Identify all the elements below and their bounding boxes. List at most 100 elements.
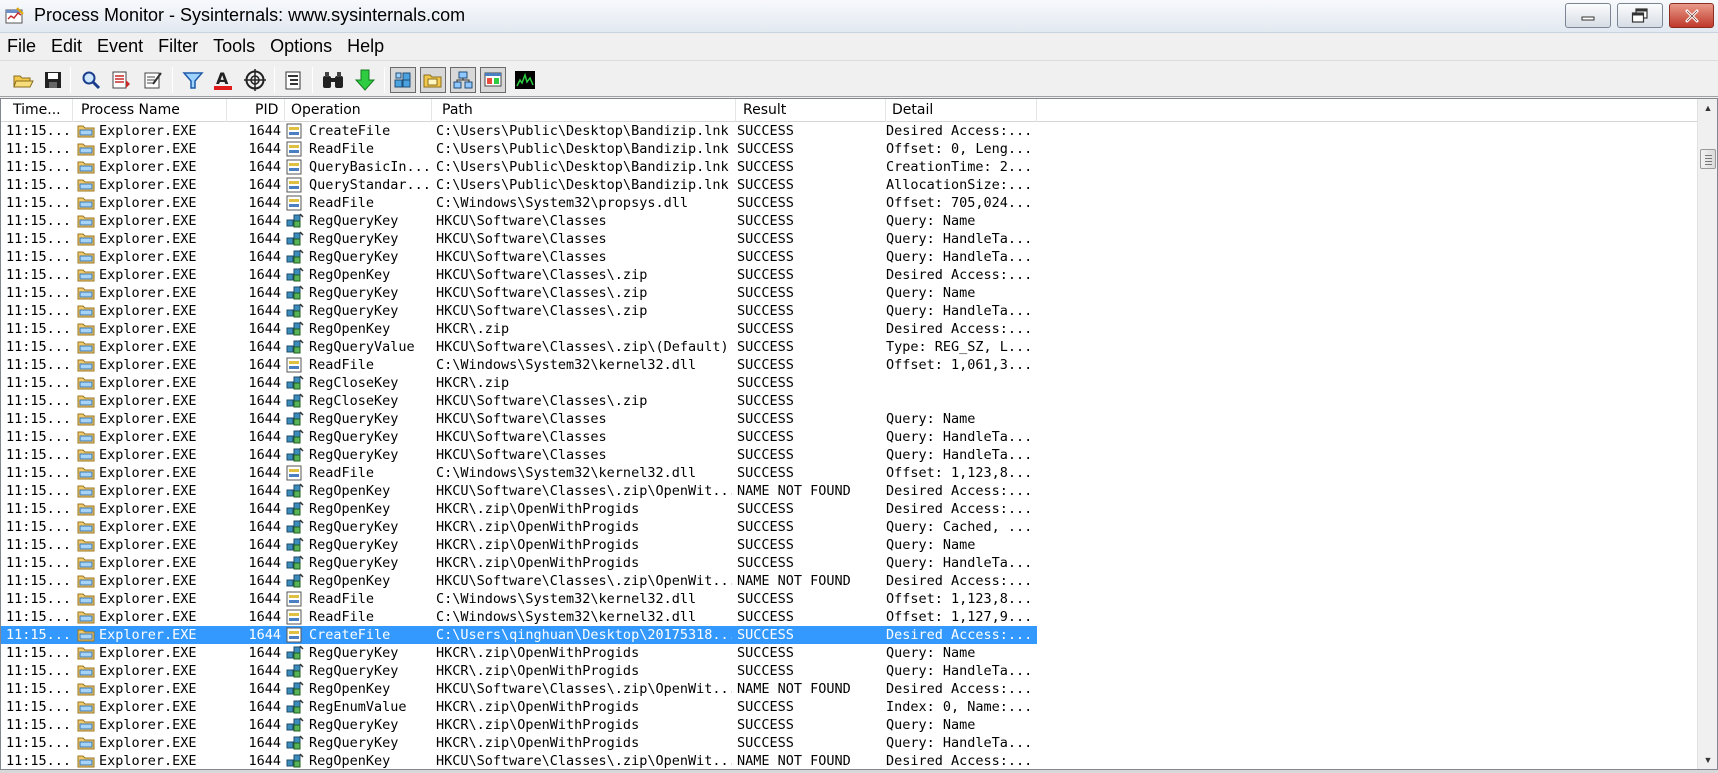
cell-time: 11:15... xyxy=(6,501,71,517)
table-row[interactable]: 11:15... Explorer.EXE 1644 RegQueryKey HKCU\… xyxy=(1,284,1697,302)
close-button[interactable] xyxy=(1669,3,1714,28)
clear-button[interactable] xyxy=(140,67,166,93)
table-row[interactable]: 11:15... Explorer.EXE 1644 CreateFile C:\Use… xyxy=(1,122,1697,140)
autoscroll-button[interactable] xyxy=(108,67,134,93)
include-process-button[interactable] xyxy=(242,67,268,93)
title-bar[interactable]: Process Monitor - Sysinternals: www.sysi… xyxy=(0,0,1718,33)
process-icon xyxy=(77,592,95,606)
column-header-process-name[interactable]: Process Name xyxy=(73,99,227,122)
menu-options[interactable]: Options xyxy=(263,33,340,60)
table-row[interactable]: 11:15... Explorer.EXE 1644 RegQueryKey HKCU\… xyxy=(1,230,1697,248)
column-header-detail[interactable]: Detail xyxy=(886,99,1037,122)
table-row[interactable]: 11:15... Explorer.EXE 1644 RegOpenKey HKCR\.… xyxy=(1,500,1697,518)
cell-result: SUCCESS xyxy=(737,555,794,571)
menu-tools[interactable]: Tools xyxy=(206,33,263,60)
cell-detail: Offset: 1,123,8... xyxy=(886,591,1033,607)
menu-filter[interactable]: Filter xyxy=(151,33,206,60)
cell-process-name: Explorer.EXE xyxy=(99,285,197,301)
cell-result: NAME NOT FOUND xyxy=(737,681,851,697)
cell-process-name: Explorer.EXE xyxy=(99,357,197,373)
save-button[interactable] xyxy=(40,67,66,93)
table-row[interactable]: 11:15... Explorer.EXE 1644 ReadFile C:\Users… xyxy=(1,140,1697,158)
cell-result: SUCCESS xyxy=(737,177,794,193)
vertical-scrollbar[interactable]: ▲ ▼ xyxy=(1697,99,1717,769)
column-header-path[interactable]: Path xyxy=(432,99,736,122)
crosshair-icon xyxy=(244,69,266,91)
process-icon xyxy=(77,358,95,372)
scroll-down-arrow-icon[interactable]: ▼ xyxy=(1698,751,1717,768)
table-row[interactable]: 11:15... Explorer.EXE 1644 RegQueryValue HKC… xyxy=(1,338,1697,356)
jump-button[interactable] xyxy=(352,67,378,93)
table-row[interactable]: 11:15... Explorer.EXE 1644 RegOpenKey HKCU\S… xyxy=(1,572,1697,590)
menu-file[interactable]: File xyxy=(0,33,44,60)
table-row[interactable]: 11:15... Explorer.EXE 1644 RegOpenKey HKCU\S… xyxy=(1,266,1697,284)
table-row[interactable]: 11:15... Explorer.EXE 1644 RegQueryKey HKCU\… xyxy=(1,248,1697,266)
show-process-activity-toggle[interactable] xyxy=(480,67,506,93)
show-registry-activity-toggle[interactable] xyxy=(390,67,416,93)
find-button[interactable] xyxy=(320,67,346,93)
table-row[interactable]: 11:15... Explorer.EXE 1644 RegOpenKey HKCU\S… xyxy=(1,680,1697,698)
table-row[interactable]: 11:15... Explorer.EXE 1644 CreateFile C:\Use… xyxy=(1,626,1697,644)
cell-process-name: Explorer.EXE xyxy=(99,501,197,517)
magnifier-icon xyxy=(82,71,101,90)
cell-time: 11:15... xyxy=(6,195,71,211)
menu-help[interactable]: Help xyxy=(340,33,392,60)
table-row[interactable]: 11:15... Explorer.EXE 1644 RegQueryKey HKCR\… xyxy=(1,644,1697,662)
cell-detail: Query: Cached, ... xyxy=(886,519,1033,535)
show-file-activity-toggle[interactable] xyxy=(420,67,446,93)
column-header-result[interactable]: Result xyxy=(736,99,886,122)
column-header-pid[interactable]: PID xyxy=(227,99,285,122)
scroll-up-arrow-icon[interactable]: ▲ xyxy=(1698,99,1717,116)
cell-pid: 1644 xyxy=(248,249,281,265)
table-row[interactable]: 11:15... Explorer.EXE 1644 RegQueryKey HKCR\… xyxy=(1,518,1697,536)
cell-pid: 1644 xyxy=(248,501,281,517)
filter-button[interactable] xyxy=(180,67,206,93)
process-tree-button[interactable] xyxy=(280,67,306,93)
highlight-icon: A xyxy=(214,69,232,90)
cell-time: 11:15... xyxy=(6,519,71,535)
table-row[interactable]: 11:15... Explorer.EXE 1644 ReadFile C:\Windo… xyxy=(1,608,1697,626)
table-row[interactable]: 11:15... Explorer.EXE 1644 RegCloseKey HKCU\… xyxy=(1,392,1697,410)
cell-result: NAME NOT FOUND xyxy=(737,573,851,589)
table-row[interactable]: 11:15... Explorer.EXE 1644 RegQueryKey HKCU\… xyxy=(1,428,1697,446)
table-row[interactable]: 11:15... Explorer.EXE 1644 RegQueryKey HKCR\… xyxy=(1,536,1697,554)
menu-event[interactable]: Event xyxy=(90,33,151,60)
cell-pid: 1644 xyxy=(248,555,281,571)
table-row[interactable]: 11:15... Explorer.EXE 1644 RegOpenKey HKCR\.… xyxy=(1,320,1697,338)
column-header-operation[interactable]: Operation xyxy=(285,99,432,122)
cell-detail: Desired Access:... xyxy=(886,267,1033,283)
restore-button[interactable] xyxy=(1617,3,1663,28)
table-row[interactable]: 11:15... Explorer.EXE 1644 RegOpenKey HKCU\S… xyxy=(1,482,1697,500)
highlight-button[interactable]: A xyxy=(210,67,236,93)
show-network-activity-toggle[interactable] xyxy=(450,67,476,93)
menu-edit[interactable]: Edit xyxy=(44,33,90,60)
process-icon xyxy=(77,250,95,264)
open-button[interactable] xyxy=(10,67,36,93)
event-list[interactable]: Time... Process Name PID Operation Path … xyxy=(0,98,1718,770)
cell-operation: CreateFile xyxy=(309,627,391,643)
table-row[interactable]: 11:15... Explorer.EXE 1644 RegQueryKey HKCU\… xyxy=(1,212,1697,230)
table-row[interactable]: 11:15... Explorer.EXE 1644 ReadFile C:\Windo… xyxy=(1,590,1697,608)
table-row[interactable]: 11:15... Explorer.EXE 1644 RegQueryKey HKCR\… xyxy=(1,662,1697,680)
table-row[interactable]: 11:15... Explorer.EXE 1644 ReadFile C:\Windo… xyxy=(1,356,1697,374)
table-row[interactable]: 11:15... Explorer.EXE 1644 RegQueryKey HKCU\… xyxy=(1,410,1697,428)
table-row[interactable]: 11:15... Explorer.EXE 1644 RegOpenKey HKCU\S… xyxy=(1,752,1697,769)
table-row[interactable]: 11:15... Explorer.EXE 1644 RegQueryKey HKCU\… xyxy=(1,302,1697,320)
scrollbar-thumb[interactable] xyxy=(1700,149,1716,169)
cell-time: 11:15... xyxy=(6,735,71,751)
table-row[interactable]: 11:15... Explorer.EXE 1644 RegEnumValue HKCR… xyxy=(1,698,1697,716)
minimize-button[interactable] xyxy=(1565,3,1611,28)
table-row[interactable]: 11:15... Explorer.EXE 1644 RegQueryKey HKCR\… xyxy=(1,554,1697,572)
table-row[interactable]: 11:15... Explorer.EXE 1644 QueryBasicIn... C… xyxy=(1,158,1697,176)
cell-pid: 1644 xyxy=(248,321,281,337)
table-row[interactable]: 11:15... Explorer.EXE 1644 QueryStandar... C… xyxy=(1,176,1697,194)
table-row[interactable]: 11:15... Explorer.EXE 1644 ReadFile C:\Windo… xyxy=(1,194,1697,212)
capture-button[interactable] xyxy=(78,67,104,93)
column-header-time[interactable]: Time... xyxy=(1,99,73,122)
table-row[interactable]: 11:15... Explorer.EXE 1644 RegQueryKey HKCU\… xyxy=(1,446,1697,464)
table-row[interactable]: 11:15... Explorer.EXE 1644 RegQueryKey HKCR\… xyxy=(1,734,1697,752)
table-row[interactable]: 11:15... Explorer.EXE 1644 RegCloseKey HKCR\… xyxy=(1,374,1697,392)
show-profiling-events-toggle[interactable] xyxy=(512,67,538,93)
table-row[interactable]: 11:15... Explorer.EXE 1644 RegQueryKey HKCR\… xyxy=(1,716,1697,734)
table-row[interactable]: 11:15... Explorer.EXE 1644 ReadFile C:\Windo… xyxy=(1,464,1697,482)
